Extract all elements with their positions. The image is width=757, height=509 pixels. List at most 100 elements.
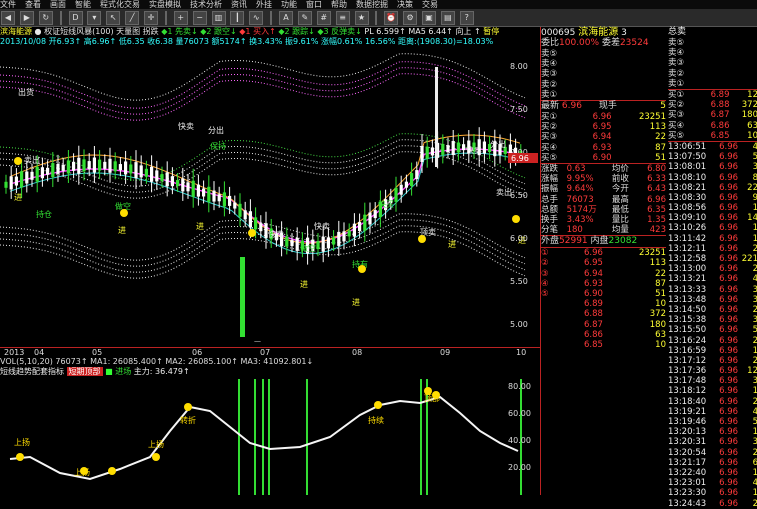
stat-value: 9.64% [567,184,612,194]
candle-body [25,171,28,183]
menu-item[interactable]: 数据挖掘 [356,0,388,9]
row-label: 13:17:12 [668,356,715,366]
candle-body [483,142,486,154]
back-icon[interactable]: ◀ [1,11,15,25]
row-label: 13:13:33 [668,285,715,295]
latest-value: 6.96 [562,101,582,111]
latest-row: 最新 6.96 现手 5 [541,100,666,112]
forward-icon[interactable]: ▶ [20,11,34,25]
signal-bar [262,379,264,495]
menu-item[interactable]: 智能 [75,0,91,9]
quote-row: 13:06:516.964 [668,141,757,152]
zoom-out-icon[interactable]: − [193,11,207,25]
star-icon[interactable]: ★ [355,11,369,25]
grid-icon[interactable]: # [317,11,331,25]
row-volume: 10 [730,131,757,141]
candle-body [62,165,65,171]
menu-item[interactable]: 实盘模拟 [149,0,181,9]
candle-body [4,182,7,188]
main-price-chart[interactable]: 出货卖出进持仓快卖分出保持做空进进快卖快卖做空持有进进快买顶卖快卖分出卖出进进8… [0,47,540,347]
zoom-in-icon[interactable]: + [174,11,188,25]
text-tool-icon[interactable]: A [279,11,293,25]
sub-indicator-chart[interactable]: 上扬转折上扬持续顶部上扬80.0060.0040.0020.00 [0,377,540,495]
row-price: 6.90 [559,289,603,299]
row-volume: 1 [738,386,757,396]
refresh-icon[interactable]: ↻ [39,11,53,25]
menu-item[interactable]: 窗口 [306,0,322,9]
menu-item[interactable]: 帮助 [331,0,347,9]
row-price: 6.96 [715,274,738,284]
stock-header: 000695 滨海能源 3 [541,27,666,38]
settings-icon[interactable]: ⚙ [403,11,417,25]
main-force-value: 主力: 36.479↑ [134,367,190,376]
menu-item[interactable]: 文件 [0,0,16,9]
sub-chart-canvas[interactable]: 上扬转折上扬持续顶部上扬80.0060.0040.0020.00 [0,377,540,495]
signal-item: 暂停 [483,27,499,36]
row-label: 买③ [668,110,696,120]
row-price: 6.90 [573,153,611,163]
cursor-icon[interactable]: ↖ [106,11,120,25]
list-icon[interactable]: ≡ [336,11,350,25]
signal-item: ◆2 跟踪↓ [278,27,317,36]
alarm-icon[interactable]: ⏰ [384,11,398,25]
pen-icon[interactable]: ✎ [298,11,312,25]
signal-label: 进 [300,280,308,289]
menu-item[interactable]: 外挂 [256,0,272,9]
quote-row: 13:16:246.962 [668,335,757,345]
dropdown-arrow-icon[interactable]: ▾ [87,11,101,25]
top-button[interactable]: 短期顶部 [67,367,103,376]
row-volume: 4 [738,274,757,284]
row-label: 买② [668,100,696,110]
help-icon[interactable]: ? [460,11,474,25]
row-volume: 2 [738,356,757,366]
indicator-icon[interactable]: ∿ [249,11,263,25]
menu-item[interactable]: 画面 [50,0,66,9]
row-price: 6.96 [715,488,738,498]
candle-icon[interactable]: ┃ [230,11,244,25]
quote-row: 买①6.9623251 [541,112,666,122]
menu-item[interactable]: 交易 [422,0,438,9]
window-icon[interactable]: ▣ [422,11,436,25]
quote-right-column: 总卖 卖⑤卖④卖③卖②卖① 买①6.8912买②6.88372买③6.87180… [668,27,757,509]
menu-item[interactable]: 技术分析 [190,0,222,9]
price-chart-canvas[interactable]: 出货卖出进持仓快卖分出保持做空进进快卖快卖做空持有进进快买顶卖快卖分出卖出进进8… [0,47,540,347]
stats-row: 总额5174万最低6.35 [541,205,666,215]
print-icon[interactable]: ▤ [441,11,455,25]
row-label: 卖④ [668,48,757,58]
buy-orders: 买①6.9623251买②6.95113买③6.9422买④6.9387买⑤6.… [541,112,666,163]
line-tool-icon[interactable]: ╱ [125,11,139,25]
menu-item[interactable]: 程式化交易 [100,0,140,9]
sell-orders: 卖⑤卖④卖③卖②卖① [541,49,666,100]
crosshair-icon[interactable]: ✛ [144,11,158,25]
bar-chart-icon[interactable]: ▥ [212,11,226,25]
sub-axis-label: 20.00 [508,463,531,472]
row-price: 6.96 [715,468,738,478]
row-label: 13:22:40 [668,468,715,478]
row-label [541,340,559,350]
toolbar-separator [60,11,62,25]
row-price: 6.96 [715,295,738,305]
band-line [0,68,525,115]
stat-label: 涨幅 [541,174,567,184]
quote-row: 13:21:176.966 [668,458,757,468]
candle-body [441,144,444,155]
menu-item[interactable]: 功能 [281,0,297,9]
signal-label: 持仓 [36,209,52,219]
row-price: 6.96 [715,346,738,356]
stats-row: 分笔180均量423 [541,225,666,235]
candle-body [171,176,174,186]
menu-item[interactable]: 决策 [397,0,413,9]
candle-body [405,182,408,188]
quote-row: 卖③ [668,58,757,68]
row-label: 13:23:30 [668,488,715,498]
candle-body [410,173,413,186]
candle-body [36,167,39,182]
menu-item[interactable]: 资讯 [231,0,247,9]
row-label: 13:21:17 [668,458,715,468]
row-label: ⑤ [541,289,559,299]
signal-bar [306,379,308,495]
candle-body [197,185,200,197]
menu-item[interactable]: 查看 [25,0,41,9]
period-selector[interactable]: D [69,11,83,25]
row-price: 6.96 [715,356,738,366]
